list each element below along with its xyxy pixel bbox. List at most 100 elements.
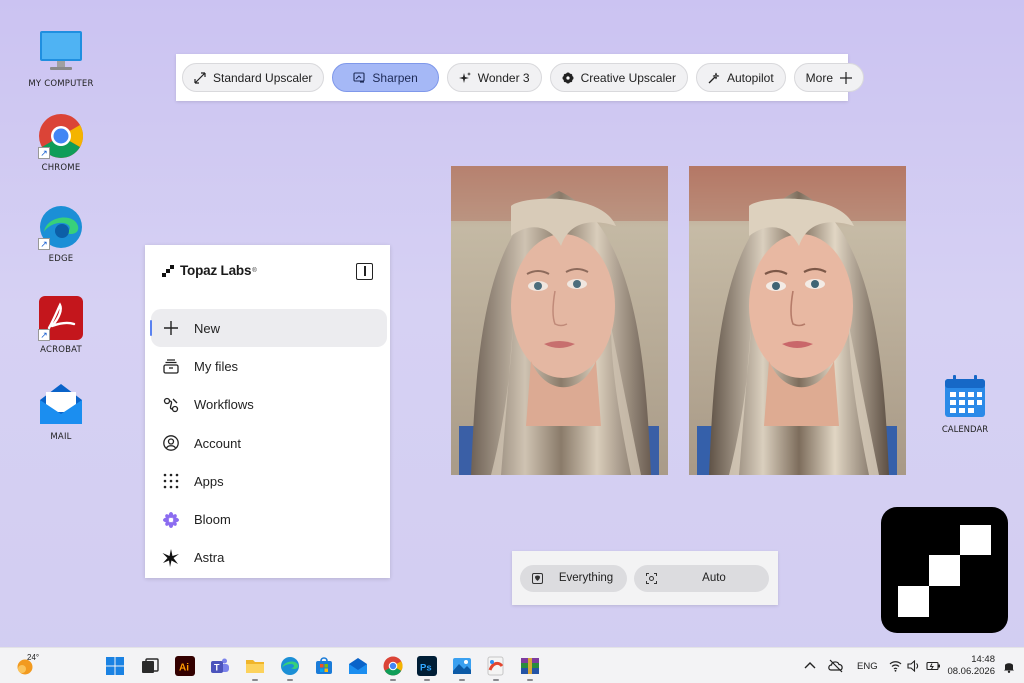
desktop-icon-my-computer[interactable]: MY COMPUTER	[21, 29, 101, 89]
calendar-icon	[945, 375, 985, 417]
taskbar-file-explorer[interactable]	[245, 656, 265, 676]
show-hidden-icons-button[interactable]	[804, 648, 816, 683]
language-label: ENG	[857, 660, 878, 672]
sidebar-item-label: Apps	[194, 473, 224, 489]
sidebar-item-label: Account	[194, 435, 241, 451]
taskbar-chrome[interactable]	[383, 656, 403, 676]
desktop-icon-label: EDGE	[48, 254, 74, 264]
battery-button[interactable]	[926, 648, 941, 683]
running-indicator	[390, 679, 396, 681]
magic-wand-icon	[708, 72, 720, 83]
running-indicator	[527, 679, 533, 681]
start-button[interactable]	[105, 656, 125, 676]
photos-icon	[453, 658, 471, 674]
taskbar-store[interactable]	[314, 656, 334, 676]
taskbar-archive[interactable]	[520, 656, 540, 676]
bell-icon	[1004, 662, 1014, 673]
face-detect-icon	[532, 572, 543, 584]
taskbar-photos[interactable]	[452, 656, 472, 676]
chrome-icon: ↗	[38, 113, 84, 159]
store-icon	[316, 657, 332, 674]
plus-icon	[840, 71, 852, 84]
onedrive-status[interactable]	[828, 648, 844, 683]
sidebar-item-my-files[interactable]: My files	[151, 347, 387, 385]
taskbar-paint[interactable]	[486, 656, 506, 676]
sidebar-item-apps[interactable]: Apps	[151, 462, 387, 500]
registered-mark: ®	[252, 267, 257, 274]
windows-logo-icon	[106, 657, 124, 675]
astra-icon	[162, 548, 180, 567]
sharpen-icon	[353, 71, 365, 83]
mail-icon	[349, 658, 367, 674]
clock[interactable]: 14:48 08.06.2026	[947, 648, 995, 683]
sidebar-item-label: My files	[194, 358, 239, 374]
desktop-icon-mail[interactable]: MAIL	[21, 382, 101, 442]
illustrator-icon: Ai	[179, 663, 189, 674]
shortcut-arrow-icon: ↗	[38, 147, 50, 159]
taskbar-photoshop[interactable]: Ps	[417, 656, 437, 676]
bloom-icon	[162, 511, 180, 529]
sharpened-photo	[689, 166, 906, 475]
sidebar-item-account[interactable]: Account	[151, 424, 387, 462]
sidebar-item-astra[interactable]: Astra	[151, 539, 387, 577]
svg-text:Ai: Ai	[179, 663, 189, 674]
original-photo	[451, 166, 668, 475]
focus-icon	[646, 572, 657, 584]
svg-text:Ps: Ps	[420, 663, 432, 674]
wifi-icon	[889, 661, 902, 672]
task-view-icon	[142, 658, 159, 673]
desktop-icon-label: CHROME	[41, 163, 81, 173]
sidebar-item-new[interactable]: New	[150, 309, 387, 348]
shortcut-arrow-icon: ↗	[38, 238, 50, 250]
archive-icon	[521, 658, 539, 674]
desktop-icon-chrome[interactable]: ↗ CHROME	[21, 113, 101, 173]
monitor-icon	[38, 29, 84, 75]
model-toolbar: Standard Upscaler Sharpen Wonder 3 Creat…	[176, 54, 864, 101]
taskbar-mail[interactable]	[348, 656, 368, 676]
volume-button[interactable]	[907, 648, 920, 683]
calendar-label: CALENDAR	[941, 425, 989, 435]
expand-arrows-icon	[194, 71, 206, 84]
taskbar-edge[interactable]	[280, 656, 300, 676]
sharpen-button[interactable]: Sharpen	[332, 63, 439, 92]
everything-toggle[interactable]: Everything	[520, 564, 627, 592]
cloud-off-icon	[828, 659, 843, 673]
paint-icon	[487, 656, 504, 676]
language-indicator[interactable]: ENG	[857, 648, 878, 683]
desktop-icon-edge[interactable]: ↗ EDGE	[21, 204, 101, 264]
sidebar-item-label: Bloom	[194, 512, 231, 528]
auto-label: Auto	[702, 572, 726, 584]
flower-icon	[562, 72, 574, 83]
collapse-sidebar-button[interactable]	[356, 263, 373, 280]
desktop-icon-acrobat[interactable]: ↗ ACROBAT	[21, 295, 101, 355]
mail-icon	[38, 382, 84, 428]
desktop-icon-calendar[interactable]: CALENDAR	[928, 374, 1002, 435]
sidebar-item-bloom[interactable]: Bloom	[151, 500, 387, 538]
wonder-3-button[interactable]: Wonder 3	[446, 63, 542, 92]
autopilot-button[interactable]: Autopilot	[695, 63, 786, 92]
plus-icon	[162, 319, 180, 337]
running-indicator	[287, 679, 293, 681]
tool-label: Standard Upscaler	[213, 70, 313, 85]
task-view-button[interactable]	[140, 656, 160, 676]
folder-icon	[246, 660, 264, 673]
topaz-sidebar-panel: Topaz Labs ® New My files Workflows Acco…	[145, 245, 390, 578]
topaz-app-logo[interactable]	[881, 507, 1008, 633]
creative-upscaler-button[interactable]: Creative Upscaler	[549, 63, 688, 92]
sidebar-item-workflows[interactable]: Workflows	[151, 386, 387, 424]
tool-label: Wonder 3	[477, 70, 530, 85]
photoshop-icon: Ps	[420, 663, 432, 674]
more-button[interactable]: More	[793, 63, 864, 92]
network-button[interactable]	[889, 648, 902, 683]
standard-upscaler-button[interactable]: Standard Upscaler	[182, 63, 325, 92]
topaz-logo-icon	[162, 264, 174, 277]
weather-widget[interactable]: 24°	[16, 653, 46, 676]
chevron-up-icon	[804, 662, 816, 669]
notifications-button[interactable]	[1003, 648, 1015, 683]
taskbar: 24° Ai T Ps ENG 14:48 08.06.2026	[0, 647, 1024, 683]
clock-time: 14:48	[971, 654, 995, 665]
taskbar-illustrator[interactable]: Ai	[175, 656, 195, 676]
shortcut-arrow-icon: ↗	[38, 329, 50, 341]
taskbar-teams[interactable]: T	[210, 656, 230, 676]
auto-toggle[interactable]: Auto	[634, 564, 769, 592]
